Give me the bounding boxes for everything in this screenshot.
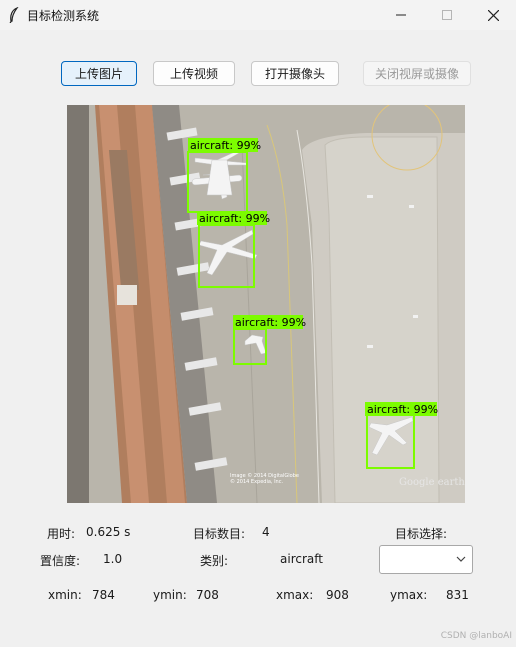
maximize-icon: [442, 10, 452, 20]
imagery-credit-line2: © 2014 Expedia, Inc.: [230, 478, 283, 485]
ymin-label: ymin:: [153, 588, 187, 602]
imagery-credit-line1: Image © 2014 DigitalGlobe: [230, 472, 299, 479]
xmin-label: xmin:: [48, 588, 82, 602]
class-label: 类别:: [200, 554, 229, 568]
detection-label-1: aircraft: 99%: [190, 139, 261, 152]
aerial-airport-image: Image © 2014 DigitalGlobe © 2014 Expedia…: [67, 105, 465, 503]
time-value: 0.625 s: [86, 525, 131, 539]
minimize-button[interactable]: [378, 0, 424, 30]
detection-label-4: aircraft: 99%: [367, 403, 438, 416]
xmin-value: 784: [92, 588, 115, 602]
close-button[interactable]: [470, 0, 516, 30]
xmax-value: 908: [326, 588, 349, 602]
window-title: 目标检测系统: [27, 9, 100, 23]
detection-label-2: aircraft: 99%: [199, 212, 270, 225]
ymax-label: ymax:: [390, 588, 428, 602]
title-bar: 目标检测系统: [0, 0, 516, 30]
close-icon: [487, 9, 499, 21]
target-count-value: 4: [262, 525, 270, 539]
detection-label-3: aircraft: 99%: [235, 316, 306, 329]
minimize-icon: [396, 14, 406, 16]
target-select-label: 目标选择:: [395, 527, 448, 541]
maximize-button[interactable]: [424, 0, 470, 30]
watermark: CSDN @lanboAI: [440, 631, 512, 641]
detection-image-view: Image © 2014 DigitalGlobe © 2014 Expedia…: [67, 105, 465, 503]
upload-video-button[interactable]: 上传视频: [153, 61, 235, 86]
close-display-button[interactable]: 关闭视屏或摄像: [363, 61, 471, 86]
ymax-value: 831: [446, 588, 469, 602]
ymin-value: 708: [196, 588, 219, 602]
confidence-label: 置信度:: [40, 554, 81, 568]
confidence-value: 1.0: [103, 552, 123, 566]
google-earth-logo: Google earth: [399, 477, 465, 488]
time-label: 用时:: [47, 527, 76, 541]
open-camera-button[interactable]: 打开摄像头: [251, 61, 339, 86]
class-value: aircraft: [280, 552, 323, 566]
target-count-label: 目标数目:: [193, 527, 246, 541]
xmax-label: xmax:: [276, 588, 314, 602]
upload-image-button[interactable]: 上传图片: [61, 61, 137, 86]
feather-icon: [9, 7, 19, 23]
chevron-down-icon: [456, 556, 466, 562]
target-select-dropdown[interactable]: [379, 545, 473, 574]
